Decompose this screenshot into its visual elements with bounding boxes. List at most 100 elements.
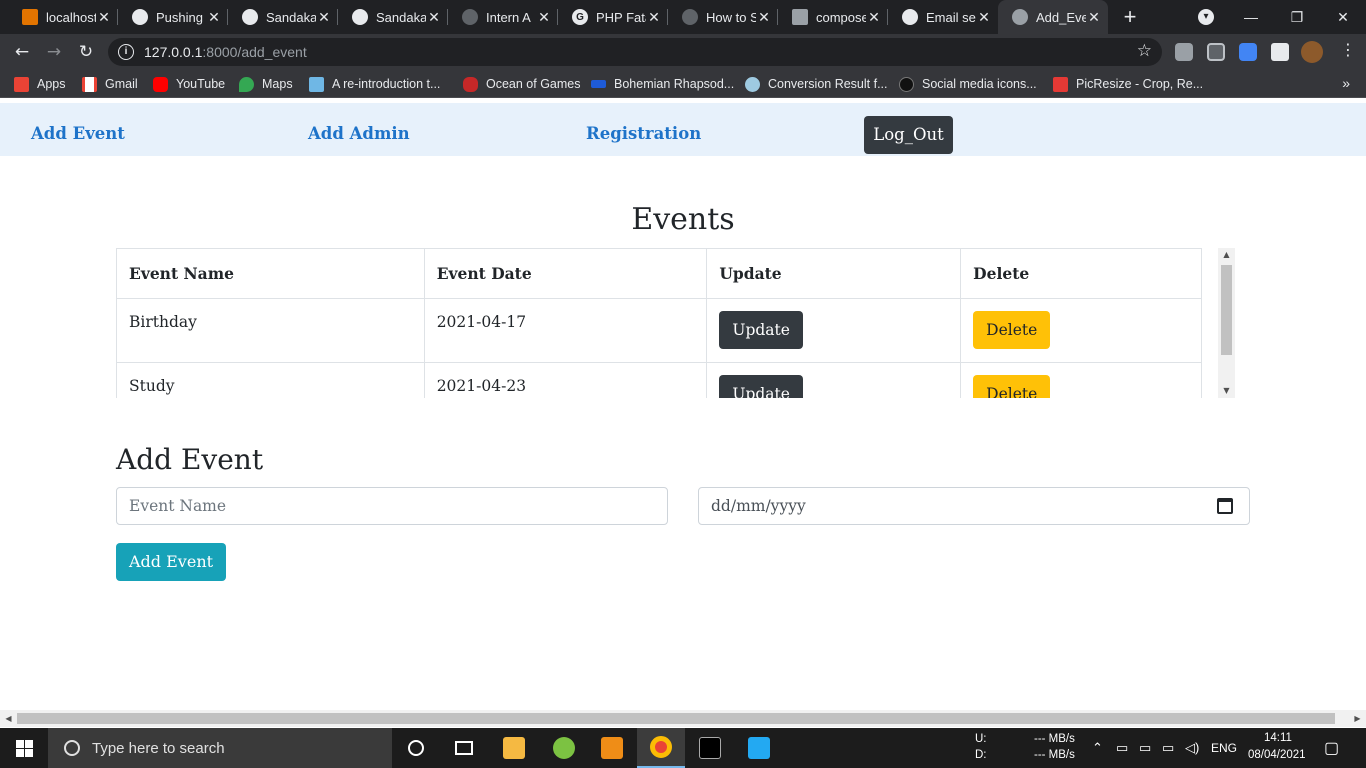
close-tab-icon[interactable]: ✕ — [316, 9, 332, 26]
bookmark-apps[interactable]: Apps — [14, 75, 66, 93]
language-indicator[interactable]: ENG — [1211, 728, 1237, 768]
calendar-icon[interactable] — [1217, 498, 1233, 514]
puzzle-extensions-icon[interactable] — [1271, 43, 1289, 61]
bookmark-star-icon[interactable]: ☆ — [1137, 41, 1152, 61]
profile-avatar[interactable] — [1301, 41, 1323, 63]
meet-now-icon[interactable]: ▭ — [1116, 728, 1128, 768]
bookmark-ocean-of-games[interactable]: Ocean of Games — [463, 75, 581, 93]
chrome-menu-icon[interactable]: ⋮ — [1340, 40, 1356, 59]
bookmark-bohemian-rhapsody[interactable]: Bohemian Rhapsod... — [591, 75, 734, 93]
browser-tab[interactable]: Email se ✕ — [888, 0, 998, 34]
bookmark-youtube[interactable]: YouTube — [153, 75, 225, 93]
bookmark-gmail[interactable]: Gmail — [82, 75, 138, 93]
table-row: Study 2021-04-23 Update Delete — [116, 362, 1202, 398]
logout-button[interactable]: Log_Out — [864, 116, 953, 154]
sublime-text-icon[interactable] — [588, 728, 636, 768]
browser-tab[interactable]: Sandaka ✕ — [338, 0, 448, 34]
taskbar-search-box[interactable]: Type here to search — [48, 728, 392, 768]
browser-tab[interactable]: Pushing ✕ — [118, 0, 228, 34]
close-tab-icon[interactable]: ✕ — [756, 9, 772, 26]
update-button[interactable]: Update — [719, 311, 803, 349]
clock-time[interactable]: 14:11 — [1264, 732, 1292, 744]
close-tab-icon[interactable]: ✕ — [206, 9, 222, 26]
scrollbar-thumb[interactable] — [17, 713, 1335, 724]
forward-arrow-icon[interactable]: → — [42, 40, 66, 64]
file-explorer-icon[interactable] — [490, 728, 538, 768]
bookmark-picresize[interactable]: PicResize - Crop, Re... — [1053, 75, 1203, 93]
event-date-input[interactable]: dd/mm/yyyy — [698, 487, 1250, 525]
delete-button[interactable]: Delete — [973, 311, 1051, 349]
bookmark-js-guide[interactable]: A re-introduction t... — [309, 75, 440, 93]
globe-icon — [1012, 9, 1028, 25]
reload-icon[interactable]: ↻ — [74, 40, 98, 64]
page-horizontal-scrollbar[interactable]: ◀ ▶ — [0, 710, 1366, 727]
close-tab-icon[interactable]: ✕ — [1086, 9, 1102, 26]
apps-grid-icon — [14, 76, 29, 92]
back-arrow-icon[interactable]: ← — [10, 40, 34, 64]
scroll-up-arrow-icon[interactable]: ▲ — [1218, 248, 1235, 262]
close-tab-icon[interactable]: ✕ — [646, 9, 662, 26]
volume-icon[interactable]: ◁) — [1185, 728, 1199, 768]
github-icon — [352, 9, 368, 25]
event-name-cell: Birthday — [116, 298, 425, 363]
nav-add-event-link[interactable]: Add Event — [31, 124, 125, 143]
scroll-left-arrow-icon[interactable]: ◀ — [0, 710, 17, 727]
music-site-icon — [591, 80, 606, 88]
cortana-icon[interactable] — [392, 728, 440, 768]
bookmark-conversion-result[interactable]: Conversion Result f... — [745, 75, 888, 93]
new-tab-plus-icon[interactable]: + — [1118, 4, 1142, 30]
browser-tab[interactable]: Intern A ✕ — [448, 0, 558, 34]
show-hidden-icons-chevron-icon[interactable]: ⌃ — [1092, 728, 1103, 768]
camera-extension-icon[interactable] — [1175, 43, 1193, 61]
nav-add-admin-link[interactable]: Add Admin — [308, 124, 410, 143]
browser-tab[interactable]: localhost ✕ — [8, 0, 118, 34]
google-icon: G — [572, 9, 588, 25]
browser-tab-active[interactable]: Add_Eve ✕ — [998, 0, 1108, 34]
minimize-icon[interactable]: — — [1228, 0, 1274, 34]
close-tab-icon[interactable]: ✕ — [866, 9, 882, 26]
screen-capture-extension-icon[interactable] — [1207, 43, 1225, 61]
chrome-taskbar-icon[interactable] — [637, 728, 685, 768]
close-tab-icon[interactable]: ✕ — [96, 9, 112, 26]
localhost-favicon-icon — [22, 9, 38, 25]
restore-icon[interactable]: ❐ — [1274, 0, 1320, 34]
terminal-icon[interactable] — [686, 728, 734, 768]
clock-date[interactable]: 08/04/2021 — [1248, 749, 1306, 761]
event-name-input[interactable]: Event Name — [116, 487, 668, 525]
nav-registration-link[interactable]: Registration — [586, 124, 701, 143]
scrollbar-thumb[interactable] — [1221, 265, 1232, 355]
battery-icon[interactable]: ▭ — [1139, 728, 1151, 768]
scroll-right-arrow-icon[interactable]: ▶ — [1349, 710, 1366, 727]
tab-search-chevron-icon[interactable]: ▾ — [1198, 9, 1214, 25]
task-view-icon[interactable] — [440, 728, 488, 768]
windows-start-icon[interactable] — [0, 728, 48, 768]
add-event-submit-button[interactable]: Add Event — [116, 543, 227, 581]
google-translate-icon[interactable] — [1239, 43, 1257, 61]
paint-app-icon[interactable] — [540, 728, 588, 768]
tab-title: Intern A — [486, 9, 531, 25]
vscode-icon[interactable] — [735, 728, 783, 768]
update-button[interactable]: Update — [719, 375, 803, 398]
search-icon — [64, 740, 80, 756]
bookmark-maps[interactable]: Maps — [239, 75, 293, 93]
more-bookmarks-chevron-icon[interactable]: » — [1342, 75, 1350, 91]
address-bar[interactable]: i 127.0.0.1:8000/add_event ☆ — [108, 38, 1162, 66]
network-icon[interactable]: ▭ — [1162, 728, 1174, 768]
table-vertical-scrollbar[interactable]: ▲ ▼ — [1218, 248, 1235, 398]
close-tab-icon[interactable]: ✕ — [536, 9, 552, 26]
scroll-down-arrow-icon[interactable]: ▼ — [1218, 384, 1235, 398]
browser-tab[interactable]: Sandaka ✕ — [228, 0, 338, 34]
browser-tab[interactable]: How to S ✕ — [668, 0, 778, 34]
notifications-icon[interactable]: ▢ — [1324, 728, 1339, 768]
site-info-icon[interactable]: i — [118, 44, 134, 60]
bookmark-social-media-icons[interactable]: Social media icons... — [899, 75, 1037, 93]
browser-tab[interactable]: G PHP Fata ✕ — [558, 0, 668, 34]
net-download-value: --- MB/s — [1034, 749, 1075, 761]
tab-title: PHP Fata — [596, 9, 646, 25]
close-window-icon[interactable]: ✕ — [1320, 0, 1366, 34]
github-icon — [132, 9, 148, 25]
close-tab-icon[interactable]: ✕ — [976, 9, 992, 26]
close-tab-icon[interactable]: ✕ — [426, 9, 442, 26]
browser-tab[interactable]: compose ✕ — [778, 0, 888, 34]
delete-button[interactable]: Delete — [973, 375, 1051, 398]
